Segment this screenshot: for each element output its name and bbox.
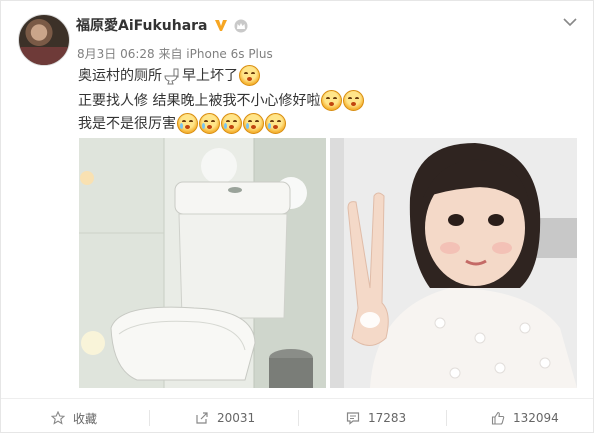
verified-badge-icon[interactable] <box>214 18 228 32</box>
kiss-emoji-icon <box>343 90 365 111</box>
post-meta[interactable]: 8月3日 06:28 来自 iPhone 6s Plus <box>77 45 273 62</box>
weibo-post-card: 福原愛AiFukuhara 8月3日 06:28 来自 iPhone 6s Pl… <box>0 0 594 433</box>
author-name[interactable]: 福原愛AiFukuhara <box>76 15 208 35</box>
like-button[interactable]: 132094 <box>491 409 559 427</box>
chevron-down-icon[interactable] <box>561 13 579 31</box>
star-icon <box>51 411 65 425</box>
post-photo-selfie[interactable] <box>330 138 577 388</box>
author-avatar[interactable] <box>18 14 70 66</box>
comment-bubble-icon <box>346 412 360 425</box>
thumbs-up-icon <box>491 411 505 425</box>
footer-separator <box>149 410 150 426</box>
laugh-cry-emoji-icon <box>243 113 264 134</box>
laugh-cry-emoji-icon <box>177 113 198 134</box>
smirk-emoji-icon <box>239 65 260 86</box>
toilet-emoji-icon <box>163 67 181 85</box>
repost-count: 20031 <box>217 411 256 425</box>
footer-separator <box>446 410 447 426</box>
footer-divider <box>1 398 593 399</box>
repost-button[interactable]: 20031 <box>195 409 255 427</box>
post-text-line-1: 奥运村的厕所 早上坏了 <box>78 65 260 86</box>
favorite-label: 收藏 <box>73 411 98 426</box>
laugh-cry-emoji-icon <box>265 113 286 134</box>
comment-button[interactable]: 17283 <box>346 409 406 427</box>
post-text-line-2: 正要找人修 结果晚上被我不小心修好啦 <box>78 90 365 111</box>
favorite-button[interactable]: 收藏 <box>51 409 97 427</box>
post-text-segment: 奥运村的厕所 <box>78 67 162 84</box>
post-text-segment: 正要找人修 结果晚上被我不小心修好啦 <box>78 92 321 109</box>
share-arrow-icon <box>196 412 208 424</box>
author-row: 福原愛AiFukuhara <box>76 14 248 36</box>
post-text-line-3: 我是不是很厉害 <box>78 113 286 134</box>
post-photo-toilet[interactable] <box>79 138 326 388</box>
footer-separator <box>298 410 299 426</box>
comment-count: 17283 <box>368 411 407 425</box>
post-text-segment: 早上坏了 <box>182 67 238 84</box>
kiss-emoji-icon <box>321 90 343 111</box>
member-crown-icon[interactable] <box>234 18 248 33</box>
laugh-cry-emoji-icon <box>199 113 220 134</box>
like-count: 132094 <box>513 411 559 425</box>
post-text-segment: 我是不是很厉害 <box>78 115 176 132</box>
laugh-cry-emoji-icon <box>221 113 242 134</box>
